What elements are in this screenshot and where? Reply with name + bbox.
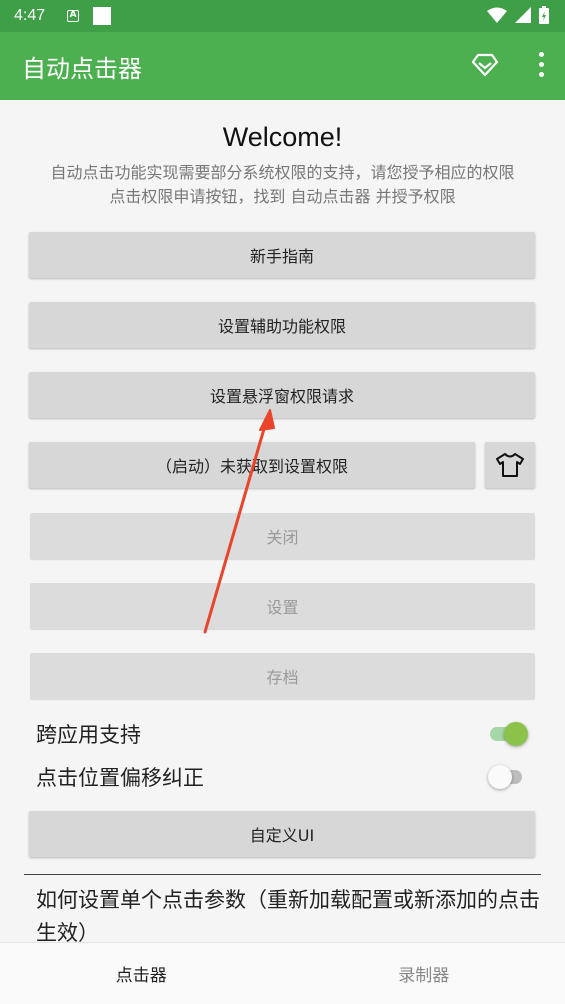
close-button[interactable]: 关闭 [30, 513, 535, 559]
tab-clicker[interactable]: 点击器 [0, 943, 283, 1004]
status-time: 4:47 [14, 7, 46, 24]
guide-button[interactable]: 新手指南 [29, 232, 535, 278]
save-button[interactable]: 存档 [30, 653, 535, 699]
cross-app-label: 跨应用支持 [36, 723, 141, 747]
permission-description: 自动点击功能实现需要部分系统权限的支持，请您授予相应的权限 点击权限申请按钮，找… [20, 161, 545, 209]
offset-correction-switch[interactable] [488, 762, 528, 792]
overlay-permission-button[interactable]: 设置悬浮窗权限请求 [29, 372, 535, 418]
howto-text: 如何设置单个点击参数（重新加载配置或新添加的点击生效） [36, 888, 540, 942]
offset-correction-row: 点击位置偏移纠正 [36, 760, 528, 794]
tshirt-icon [496, 453, 524, 477]
description-line-1: 自动点击功能实现需要部分系统权限的支持，请您授予相应的权限 [50, 163, 515, 182]
app-bar: 自动点击器 [0, 32, 565, 100]
welcome-heading: Welcome! [222, 122, 343, 152]
battery-icon [539, 6, 549, 24]
skin-button[interactable] [485, 442, 535, 488]
cross-app-row: 跨应用支持 [36, 717, 528, 751]
status-bar: 4:47 A [0, 0, 565, 32]
accessibility-permission-button[interactable]: 设置辅助功能权限 [29, 302, 535, 348]
status-icons [487, 6, 549, 24]
notification-square-icon [93, 7, 112, 25]
more-vert-icon[interactable] [537, 52, 545, 77]
custom-ui-button[interactable]: 自定义UI [29, 811, 535, 857]
description-line-2: 点击权限申请按钮，找到 自动点击器 并授予权限 [109, 187, 456, 206]
cross-app-switch[interactable] [488, 719, 528, 749]
wifi-icon [487, 7, 507, 23]
offset-correction-label: 点击位置偏移纠正 [36, 766, 204, 790]
signal-icon [515, 7, 531, 23]
settings-button[interactable]: 设置 [30, 583, 535, 629]
start-button[interactable]: （启动）未获取到设置权限 [29, 442, 475, 488]
app-title: 自动点击器 [22, 54, 142, 83]
tab-recorder[interactable]: 录制器 [283, 943, 565, 1004]
notification-a-icon: A [67, 10, 80, 22]
section-divider [24, 874, 541, 875]
bottom-nav: 点击器 录制器 [0, 942, 565, 1004]
diamond-icon[interactable] [471, 52, 499, 78]
